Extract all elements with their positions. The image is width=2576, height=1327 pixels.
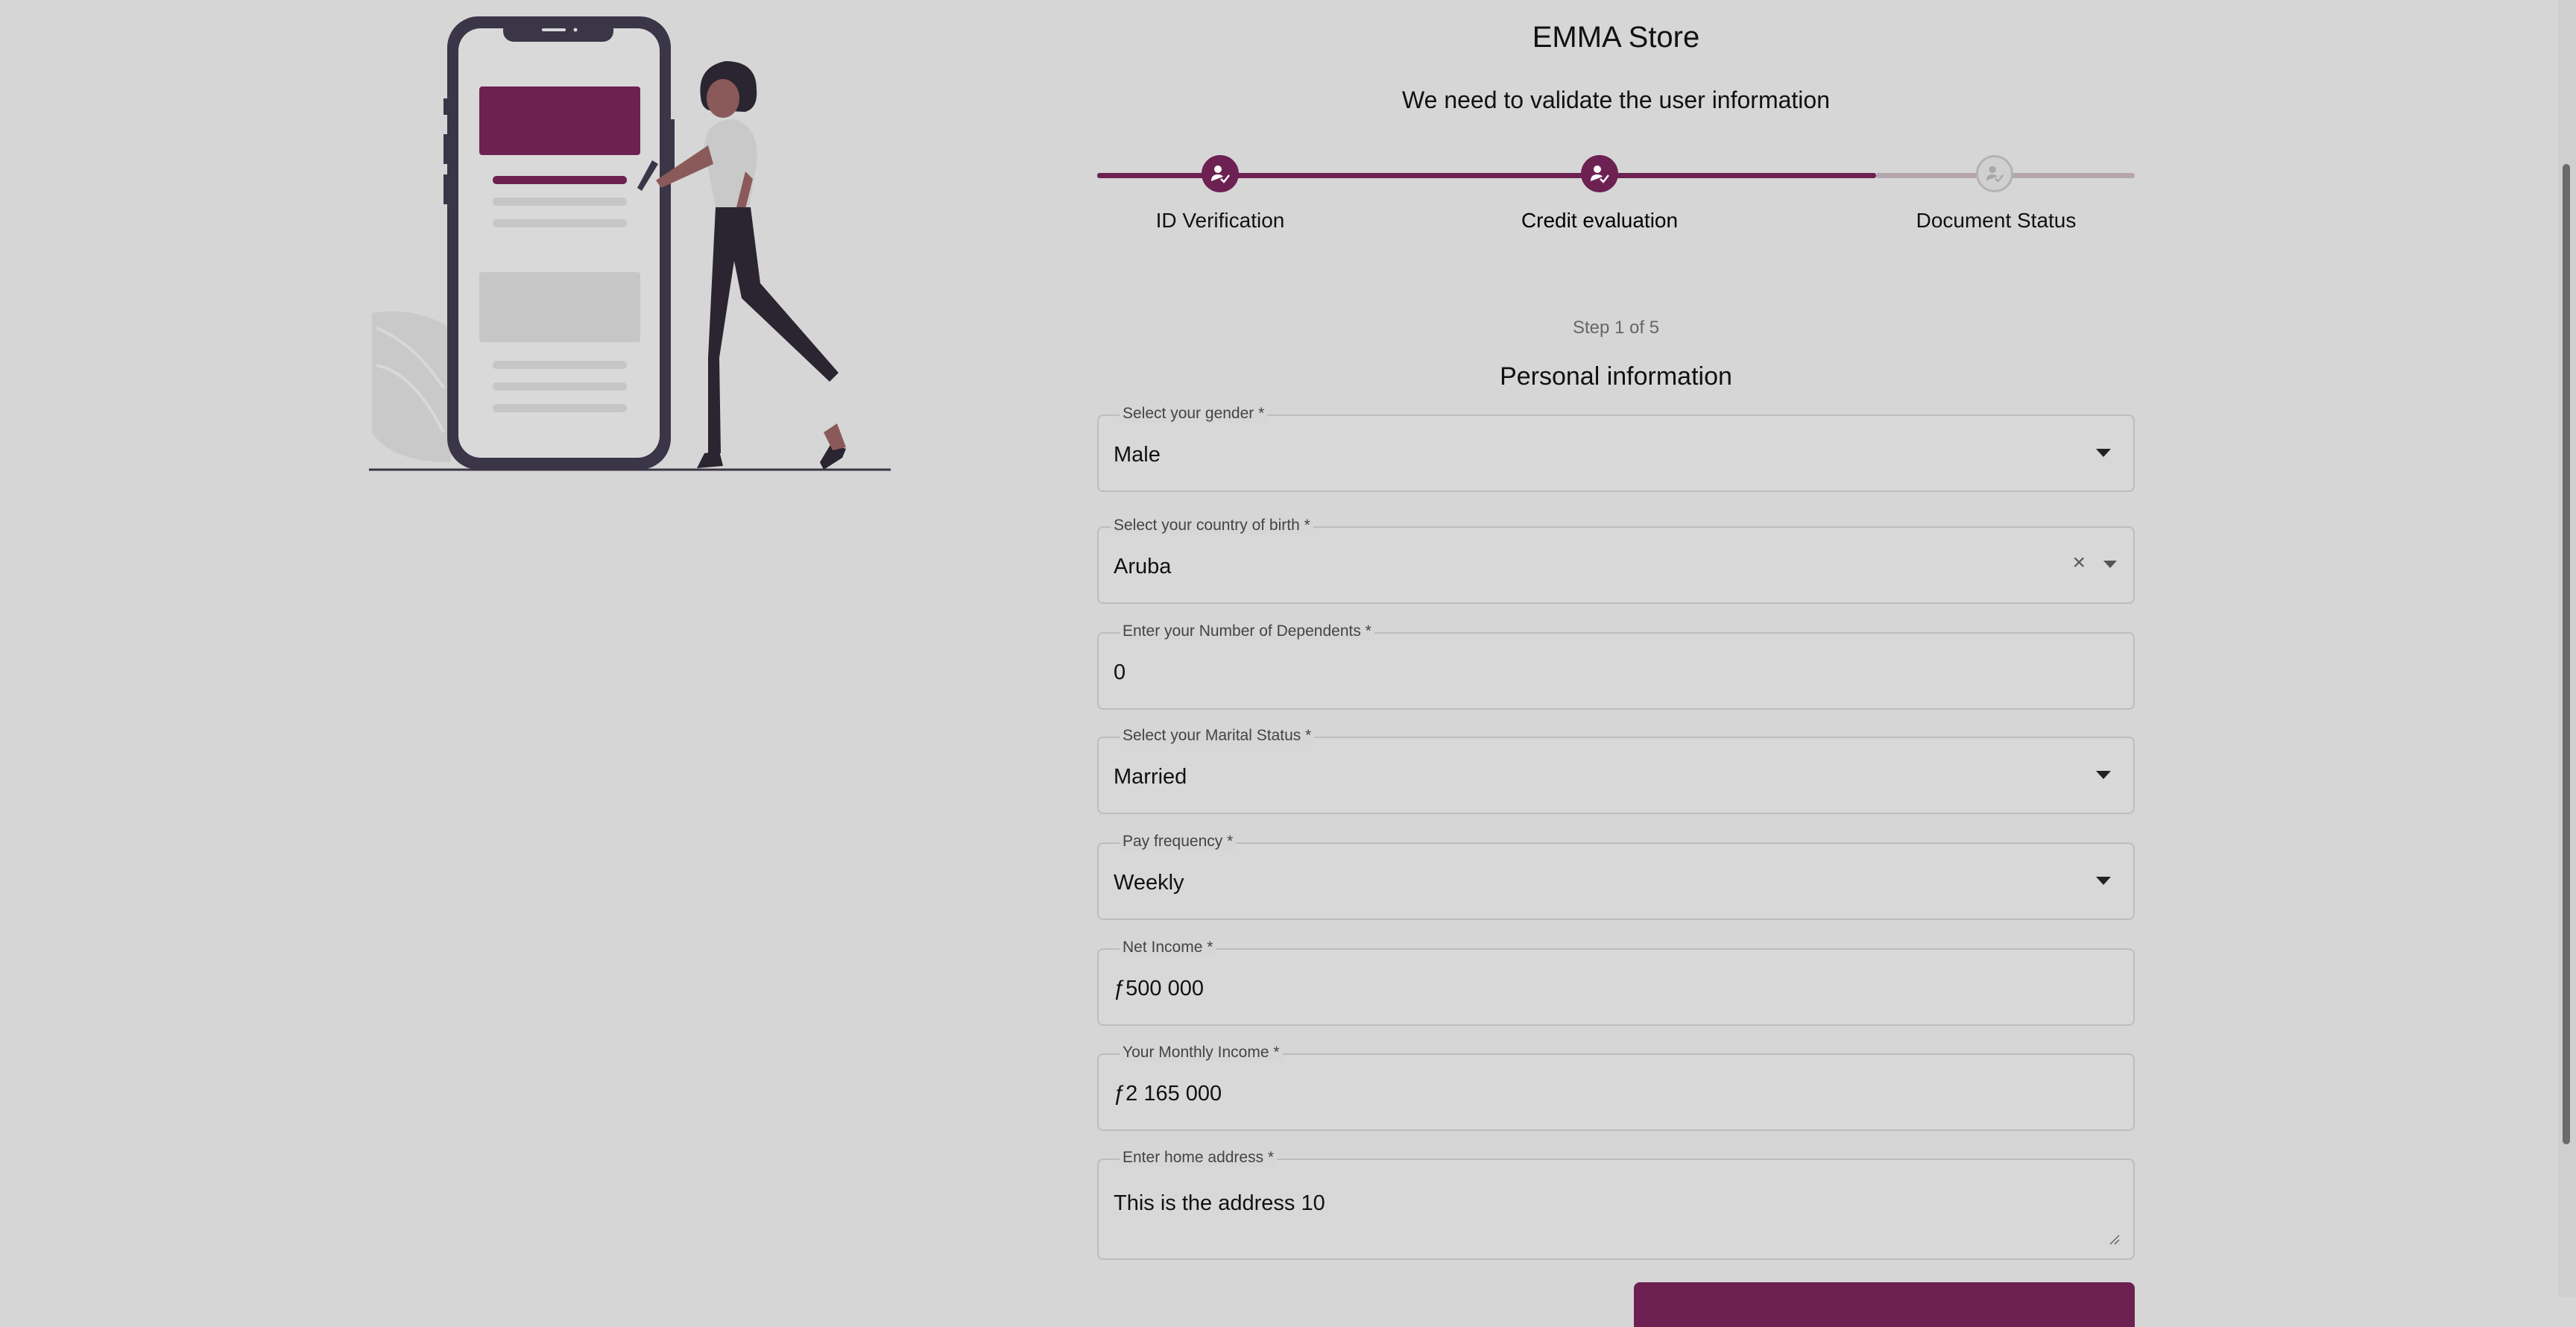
- field-label: Enter your Number of Dependents *: [1120, 622, 1374, 640]
- next-button[interactable]: [1634, 1282, 2135, 1327]
- step-label-id-verification[interactable]: ID Verification: [1156, 209, 1285, 233]
- field-label: Your Monthly Income *: [1120, 1044, 1283, 1062]
- scrollbar-thumb[interactable]: [2563, 164, 2570, 1144]
- clear-icon[interactable]: ×: [2072, 552, 2086, 574]
- step-label-document-status[interactable]: Document Status: [1916, 209, 2077, 233]
- marital-status-select[interactable]: Select your Marital Status * Married: [1097, 727, 2135, 814]
- chevron-down-icon[interactable]: [2096, 449, 2111, 457]
- chevron-down-icon[interactable]: [2096, 771, 2111, 779]
- step-2-indicator[interactable]: [1581, 155, 1618, 192]
- user-check-icon: [1986, 166, 2004, 183]
- phone-illustration: [369, 16, 891, 471]
- step-1-indicator[interactable]: [1202, 155, 1239, 192]
- country-select[interactable]: Select your country of birth * Aruba ×: [1097, 517, 2135, 604]
- chevron-down-icon[interactable]: [2103, 561, 2117, 568]
- section-title: Personal information: [1500, 362, 1732, 391]
- field-value: Male: [1114, 443, 1161, 467]
- field-value: This is the address 10: [1114, 1191, 1325, 1215]
- field-label: Net Income *: [1120, 939, 1216, 956]
- resize-handle-icon[interactable]: [2108, 1233, 2120, 1245]
- chevron-down-icon[interactable]: [2096, 877, 2111, 885]
- field-value: Married: [1114, 765, 1187, 789]
- app-title: EMMA Store: [1532, 21, 1700, 54]
- field-label: Enter home address *: [1120, 1149, 1278, 1167]
- net-income-input[interactable]: Net Income * ƒ500 000: [1097, 939, 2135, 1026]
- field-label: Select your Marital Status *: [1120, 727, 1315, 745]
- field-label: Select your gender *: [1120, 405, 1268, 423]
- field-value: Aruba: [1114, 555, 1172, 579]
- user-check-icon: [1211, 166, 1230, 183]
- field-value: ƒ500 000: [1114, 977, 1204, 1000]
- field-value: 0: [1114, 661, 1126, 684]
- home-address-textarea[interactable]: Enter home address * This is the address…: [1097, 1149, 2135, 1260]
- field-value: ƒ2 165 000: [1114, 1082, 1222, 1106]
- field-value: Weekly: [1114, 871, 1184, 895]
- gender-select[interactable]: Select your gender * Male: [1097, 405, 2135, 492]
- field-label: Pay frequency *: [1120, 833, 1237, 851]
- step-counter: Step 1 of 5: [1572, 318, 1660, 338]
- page-subtitle: We need to validate the user information: [1402, 86, 1830, 113]
- step-3-indicator[interactable]: [1976, 155, 2013, 192]
- monthly-income-input[interactable]: Your Monthly Income * ƒ2 165 000: [1097, 1044, 2135, 1131]
- field-label: Select your country of birth *: [1111, 517, 1313, 535]
- user-check-icon: [1591, 166, 1609, 183]
- pay-frequency-select[interactable]: Pay frequency * Weekly: [1097, 833, 2135, 920]
- step-label-credit-evaluation[interactable]: Credit evaluation: [1521, 209, 1678, 233]
- progress-stepper: ID Verification Credit evaluation Docume…: [1097, 149, 2135, 246]
- dependents-input[interactable]: Enter your Number of Dependents * 0: [1097, 622, 2135, 710]
